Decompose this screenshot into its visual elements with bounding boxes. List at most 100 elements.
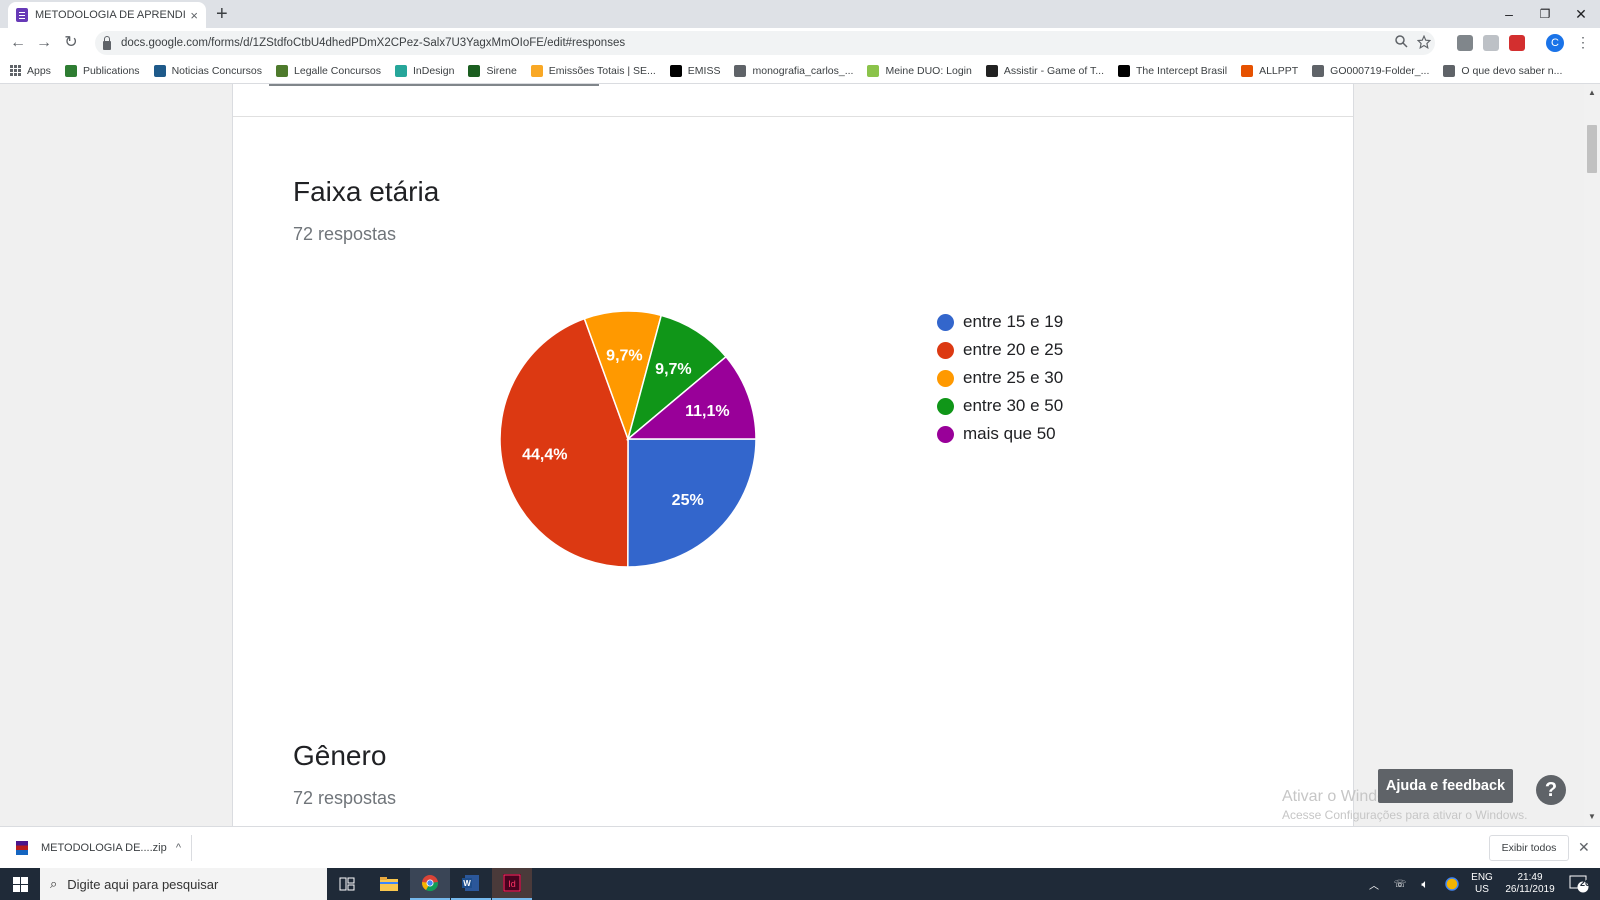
- window-close-button[interactable]: ✕: [1562, 0, 1600, 28]
- bookmark-item[interactable]: Legalle Concursos: [276, 64, 381, 77]
- new-tab-button[interactable]: +: [216, 3, 228, 25]
- scrollbar-thumb[interactable]: [1587, 125, 1597, 173]
- onedrive-icon[interactable]: [1442, 868, 1462, 900]
- word-icon[interactable]: W: [451, 868, 491, 900]
- bookmark-favicon-icon: [985, 64, 998, 77]
- bookmark-item[interactable]: ALLPPT: [1241, 64, 1298, 77]
- bookmark-label: The Intercept Brasil: [1136, 64, 1228, 77]
- bookmark-label: monografia_carlos_...: [752, 64, 854, 77]
- bookmark-favicon-icon: [1241, 64, 1254, 77]
- show-all-downloads-button[interactable]: Exibir todos: [1489, 835, 1569, 861]
- back-button[interactable]: ←: [7, 32, 29, 54]
- legend-swatch: [937, 341, 954, 359]
- legend-label: entre 25 e 30: [963, 368, 1064, 387]
- bookmark-item[interactable]: Assistir - Game of T...: [985, 64, 1104, 77]
- bookmark-item[interactable]: Publications: [64, 64, 140, 77]
- bookmark-item[interactable]: monografia_carlos_...: [734, 64, 854, 77]
- scroll-down-icon[interactable]: ▼: [1588, 812, 1596, 821]
- bookmark-item[interactable]: Meine DUO: Login: [867, 64, 972, 77]
- bookmark-label: InDesign: [412, 64, 455, 77]
- notification-center[interactable]: 20: [1564, 868, 1594, 900]
- volume-icon[interactable]: 🔈︎: [1415, 868, 1435, 900]
- browser-toolbar: ← → ↻ docs.google.com/forms/d/1ZStdfoCtb…: [0, 28, 1600, 58]
- bookmark-favicon-icon: [276, 64, 289, 77]
- slice-label: 11,1%: [685, 403, 729, 420]
- legend-item[interactable]: entre 25 e 30: [937, 364, 1063, 392]
- zoom-icon[interactable]: [1395, 35, 1408, 51]
- legend-item[interactable]: entre 15 e 19: [937, 308, 1063, 336]
- question-title: Gênero: [293, 740, 387, 771]
- bookmark-favicon-icon: [64, 64, 77, 77]
- pie-chart: 25% 44,4% 9,7% 9,7% 11,1%: [499, 310, 757, 568]
- help-icon[interactable]: ?: [1536, 775, 1566, 805]
- bookmark-label: Publications: [82, 64, 140, 77]
- bookmark-favicon-icon: [867, 64, 880, 77]
- bookmark-favicon-icon: [669, 64, 682, 77]
- url-text[interactable]: docs.google.com/forms/d/1ZStdfoCtbU4dhed…: [121, 37, 625, 49]
- clock-date: 26/11/2019: [1505, 884, 1555, 895]
- extension-icon[interactable]: [1483, 35, 1499, 51]
- bookmark-item[interactable]: The Intercept Brasil: [1118, 64, 1228, 77]
- bookmark-item[interactable]: Emissões Totais | SE...: [530, 64, 656, 77]
- chart-legend: entre 15 e 19 entre 20 e 25 entre 25 e 30 e…: [937, 308, 1063, 448]
- svg-text:W: W: [463, 879, 471, 888]
- tab-close-icon[interactable]: ×: [190, 8, 198, 23]
- bookmarks-bar: Apps Publications Noticias Concursos Legall…: [0, 58, 1600, 84]
- language-indicator[interactable]: ENG US: [1468, 868, 1496, 900]
- search-placeholder: Digite aqui para pesquisar: [67, 876, 219, 892]
- response-count: 72 respostas: [293, 788, 397, 808]
- taskbar-search[interactable]: ⌕ Digite aqui para pesquisar: [40, 868, 327, 900]
- legend-label: mais que 50: [963, 424, 1056, 443]
- bookmark-favicon-icon: [468, 64, 481, 77]
- download-filename: METODOLOGIA DE....zip: [41, 842, 167, 854]
- address-bar[interactable]: docs.google.com/forms/d/1ZStdfoCtbU4dhed…: [95, 31, 1435, 55]
- file-explorer-icon[interactable]: [369, 868, 409, 900]
- response-count: 72 respostas: [293, 224, 397, 244]
- legend-item[interactable]: entre 30 e 50: [937, 392, 1063, 420]
- chrome-icon[interactable]: [410, 868, 450, 900]
- indesign-icon[interactable]: Id: [492, 868, 532, 900]
- legend-item[interactable]: entre 20 e 25: [937, 336, 1063, 364]
- bookmark-item[interactable]: GO000719-Folder_...: [1312, 64, 1430, 77]
- bookmark-favicon-icon: [394, 64, 407, 77]
- question-title: Faixa etária: [293, 176, 440, 207]
- vertical-scrollbar[interactable]: ▲ ▼: [1584, 84, 1600, 826]
- star-icon[interactable]: [1416, 34, 1432, 52]
- slice-label: 9,7%: [655, 361, 691, 378]
- profile-avatar[interactable]: C: [1546, 34, 1564, 52]
- reload-button[interactable]: ↻: [60, 32, 82, 54]
- close-downloads-icon[interactable]: ✕: [1578, 839, 1590, 856]
- task-view-icon[interactable]: [327, 868, 367, 900]
- bookmark-item[interactable]: InDesign: [394, 64, 455, 77]
- restore-button[interactable]: ❐: [1526, 0, 1564, 28]
- language-code: ENG: [1471, 872, 1493, 883]
- network-icon[interactable]: ☏: [1390, 868, 1410, 900]
- bookmark-item[interactable]: Apps: [10, 65, 51, 77]
- pdf-extension-icon[interactable]: [1509, 35, 1525, 51]
- forward-button[interactable]: →: [33, 32, 55, 54]
- responses-card: Faixa etária 72 respostas 25% 44,4% 9,7% 9,…: [232, 84, 1354, 826]
- legend-label: entre 20 e 25: [963, 340, 1064, 359]
- chevron-up-icon[interactable]: ^: [176, 842, 181, 854]
- windows-logo-icon: [12, 876, 28, 892]
- bookmark-item[interactable]: Noticias Concursos: [153, 64, 262, 77]
- download-item[interactable]: METODOLOGIA DE....zip ^: [10, 835, 192, 861]
- bookmark-favicon-icon: [153, 64, 166, 77]
- apps-grid-icon: [10, 65, 21, 76]
- legend-item[interactable]: mais que 50: [937, 420, 1063, 448]
- help-feedback-button[interactable]: Ajuda e feedback: [1378, 769, 1513, 803]
- bookmark-item[interactable]: O que devo saber n...: [1443, 64, 1562, 77]
- menu-icon[interactable]: ⋮: [1576, 34, 1590, 51]
- previous-section-edge: [269, 84, 599, 86]
- start-button[interactable]: [0, 868, 40, 900]
- bookmark-label: Emissões Totais | SE...: [548, 64, 656, 77]
- bookmark-item[interactable]: EMISS: [669, 64, 720, 77]
- extension-icon[interactable]: [1457, 35, 1473, 51]
- active-tab[interactable]: METODOLOGIA DE APRENDIZAGE ×: [8, 2, 206, 28]
- scroll-up-icon[interactable]: ▲: [1588, 88, 1596, 97]
- bookmark-label: GO000719-Folder_...: [1330, 64, 1430, 77]
- bookmark-item[interactable]: Sirene: [468, 64, 517, 77]
- tray-chevron-icon[interactable]: ︿: [1366, 868, 1382, 900]
- minimize-button[interactable]: –: [1490, 0, 1528, 28]
- clock[interactable]: 21:49 26/11/2019: [1500, 868, 1560, 900]
